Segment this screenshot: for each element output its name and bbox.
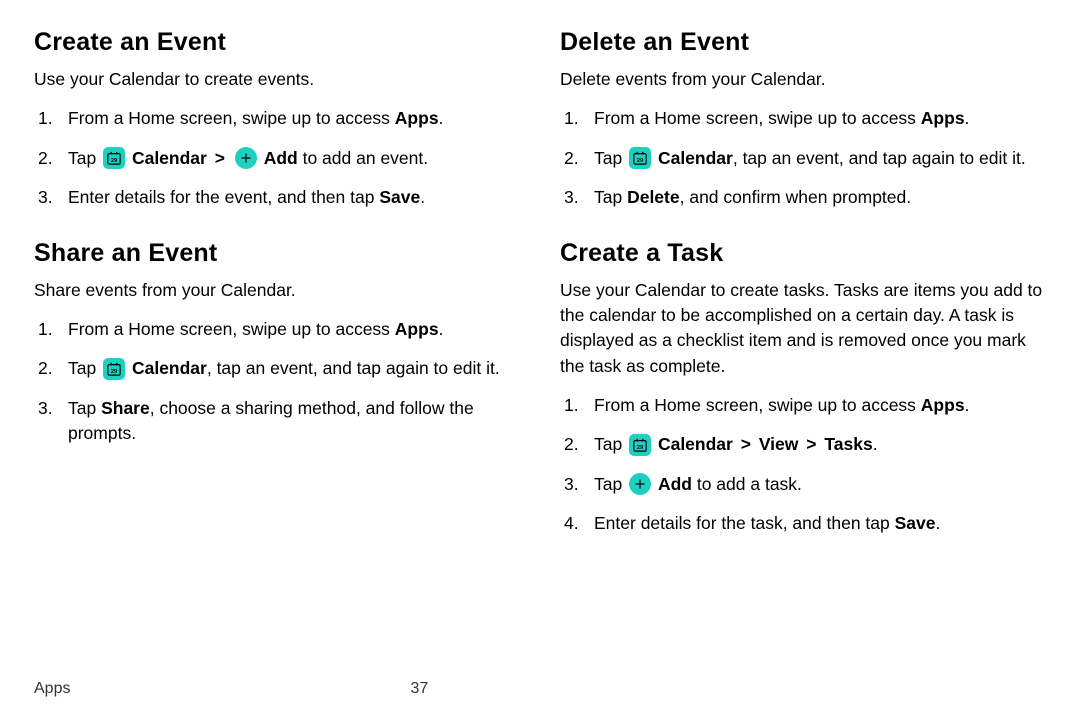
step-item: Tap 29 Calendar > Add to add an event. (34, 146, 520, 171)
calendar-icon: 29 (629, 147, 651, 169)
step-item: Tap Share, choose a sharing method, and … (34, 396, 520, 447)
steps-share-event: From a Home screen, swipe up to access A… (34, 317, 520, 447)
heading-create-event: Create an Event (34, 28, 520, 57)
svg-text:29: 29 (111, 369, 117, 375)
add-icon (235, 147, 257, 169)
step-item: Tap 29 Calendar > View > Tasks. (560, 432, 1046, 457)
steps-delete-event: From a Home screen, swipe up to access A… (560, 106, 1046, 210)
step-item: Tap Add to add a task. (560, 472, 1046, 497)
svg-text:29: 29 (637, 158, 643, 164)
intro-delete-event: Delete events from your Calendar. (560, 67, 1046, 92)
step-item: Tap Delete, and confirm when prompted. (560, 185, 1046, 210)
chevron-icon: > (215, 148, 225, 168)
footer-page-number: 37 (410, 680, 428, 698)
intro-create-event: Use your Calendar to create events. (34, 67, 520, 92)
svg-text:29: 29 (637, 445, 643, 451)
right-column: Delete an Event Delete events from your … (560, 28, 1046, 565)
heading-delete-event: Delete an Event (560, 28, 1046, 57)
step-item: Enter details for the task, and then tap… (560, 511, 1046, 536)
step-item: From a Home screen, swipe up to access A… (560, 393, 1046, 418)
chevron-icon: > (741, 434, 751, 454)
page-footer: Apps 37 (34, 680, 428, 698)
step-item: Tap 29 Calendar, tap an event, and tap a… (34, 356, 520, 381)
calendar-icon: 29 (103, 147, 125, 169)
calendar-icon: 29 (629, 434, 651, 456)
page-columns: Create an Event Use your Calendar to cre… (34, 28, 1046, 565)
step-item: From a Home screen, swipe up to access A… (34, 106, 520, 131)
step-item: From a Home screen, swipe up to access A… (34, 317, 520, 342)
chevron-icon: > (806, 434, 816, 454)
svg-text:29: 29 (111, 158, 117, 164)
footer-section-label: Apps (34, 680, 70, 698)
add-icon (629, 473, 651, 495)
left-column: Create an Event Use your Calendar to cre… (34, 28, 520, 565)
heading-create-task: Create a Task (560, 239, 1046, 268)
intro-create-task: Use your Calendar to create tasks. Tasks… (560, 278, 1046, 380)
step-item: Tap 29 Calendar, tap an event, and tap a… (560, 146, 1046, 171)
heading-share-event: Share an Event (34, 239, 520, 268)
steps-create-event: From a Home screen, swipe up to access A… (34, 106, 520, 210)
steps-create-task: From a Home screen, swipe up to access A… (560, 393, 1046, 537)
step-item: Enter details for the event, and then ta… (34, 185, 520, 210)
calendar-icon: 29 (103, 358, 125, 380)
step-item: From a Home screen, swipe up to access A… (560, 106, 1046, 131)
intro-share-event: Share events from your Calendar. (34, 278, 520, 303)
